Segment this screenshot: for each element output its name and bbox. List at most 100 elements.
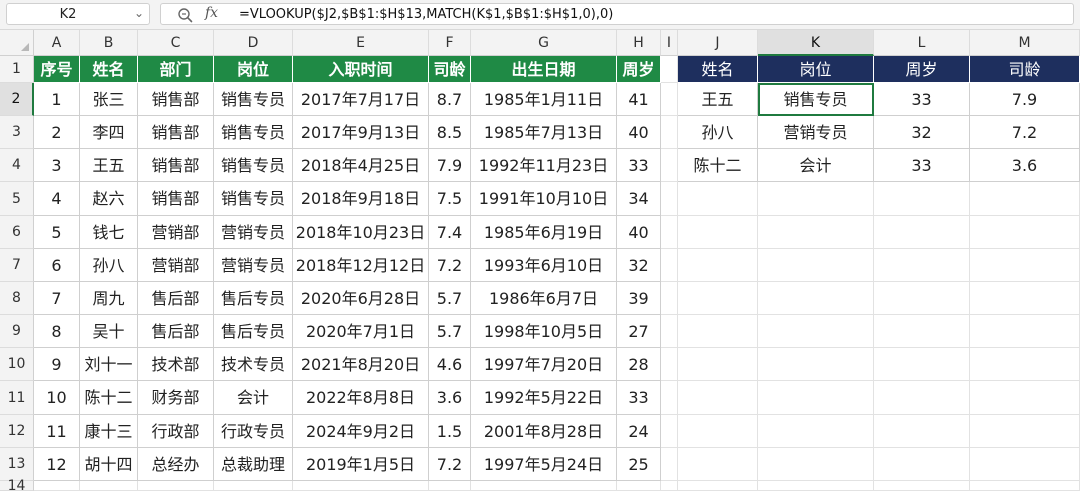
- left-cell-f8[interactable]: 5.7: [429, 282, 471, 315]
- cell-j10[interactable]: [678, 348, 758, 381]
- left-cell-a6[interactable]: 5: [34, 216, 80, 249]
- cell-k12[interactable]: [758, 415, 874, 448]
- left-cell-c10[interactable]: 技术部: [138, 348, 214, 381]
- left-cell-d13[interactable]: 总裁助理: [214, 448, 293, 481]
- cell-l5[interactable]: [874, 182, 970, 216]
- row-header-7[interactable]: 7: [0, 249, 34, 282]
- row-header-10[interactable]: 10: [0, 348, 34, 381]
- left-cell-e6[interactable]: 2018年10月23日: [293, 216, 429, 249]
- row-header-2[interactable]: 2: [0, 83, 34, 116]
- cell-k5[interactable]: [758, 182, 874, 216]
- left-cell-e9[interactable]: 2020年7月1日: [293, 315, 429, 348]
- left-cell-c9[interactable]: 售后部: [138, 315, 214, 348]
- left-cell-g8[interactable]: 1986年6月7日: [471, 282, 617, 315]
- left-cell-d10[interactable]: 技术专员: [214, 348, 293, 381]
- left-header-a[interactable]: 序号: [34, 56, 80, 83]
- right-cell-k4[interactable]: 会计: [758, 149, 874, 182]
- left-cell-g7[interactable]: 1993年6月10日: [471, 249, 617, 282]
- right-header-j[interactable]: 姓名: [678, 56, 758, 83]
- left-cell-c13[interactable]: 总经办: [138, 448, 214, 481]
- cell-k9[interactable]: [758, 315, 874, 348]
- left-cell-c5[interactable]: 销售部: [138, 182, 214, 216]
- left-cell-g3[interactable]: 1985年7月13日: [471, 116, 617, 149]
- left-cell-c11[interactable]: 财务部: [138, 381, 214, 415]
- left-header-c[interactable]: 部门: [138, 56, 214, 83]
- cell-m9[interactable]: [970, 315, 1080, 348]
- cell-l11[interactable]: [874, 381, 970, 415]
- left-cell-d3[interactable]: 销售专员: [214, 116, 293, 149]
- col-header-c[interactable]: C: [138, 30, 214, 56]
- cell-m14[interactable]: [970, 481, 1080, 491]
- right-cell-l2[interactable]: 33: [874, 83, 970, 116]
- cell-l8[interactable]: [874, 282, 970, 315]
- row-header-14[interactable]: 14: [0, 479, 34, 491]
- right-header-l[interactable]: 周岁: [874, 56, 970, 83]
- right-cell-j2[interactable]: 王五: [678, 83, 758, 116]
- left-cell-e12[interactable]: 2024年9月2日: [293, 415, 429, 448]
- left-cell-h12[interactable]: 24: [617, 415, 661, 448]
- left-cell-a8[interactable]: 7: [34, 282, 80, 315]
- left-cell-b11[interactable]: 陈十二: [80, 381, 138, 415]
- cell-g14[interactable]: [471, 481, 617, 491]
- cell-l7[interactable]: [874, 249, 970, 282]
- select-all-corner[interactable]: [0, 30, 34, 56]
- row-header-3[interactable]: 3: [0, 116, 34, 149]
- left-cell-d9[interactable]: 售后专员: [214, 315, 293, 348]
- cell-l12[interactable]: [874, 415, 970, 448]
- left-header-d[interactable]: 岗位: [214, 56, 293, 83]
- row-header-5[interactable]: 5: [0, 182, 34, 216]
- left-cell-d7[interactable]: 营销专员: [214, 249, 293, 282]
- cell-j13[interactable]: [678, 448, 758, 481]
- left-cell-e13[interactable]: 2019年1月5日: [293, 448, 429, 481]
- left-cell-f4[interactable]: 7.9: [429, 149, 471, 182]
- right-cell-k2[interactable]: 销售专员: [758, 83, 874, 116]
- left-cell-g4[interactable]: 1992年11月23日: [471, 149, 617, 182]
- right-cell-m3[interactable]: 7.2: [970, 116, 1080, 149]
- zoom-icon[interactable]: [177, 7, 193, 23]
- left-cell-f6[interactable]: 7.4: [429, 216, 471, 249]
- cell-l14[interactable]: [874, 481, 970, 491]
- left-cell-a3[interactable]: 2: [34, 116, 80, 149]
- left-cell-f3[interactable]: 8.5: [429, 116, 471, 149]
- chevron-down-icon[interactable]: ⌄: [134, 6, 144, 20]
- cell-i9[interactable]: [661, 315, 678, 348]
- cell-b14[interactable]: [80, 481, 138, 491]
- left-cell-h6[interactable]: 40: [617, 216, 661, 249]
- left-cell-a11[interactable]: 10: [34, 381, 80, 415]
- left-cell-b6[interactable]: 钱七: [80, 216, 138, 249]
- col-header-l[interactable]: L: [874, 30, 970, 56]
- cell-j12[interactable]: [678, 415, 758, 448]
- row-header-11[interactable]: 11: [0, 381, 34, 415]
- right-cell-m2[interactable]: 7.9: [970, 83, 1080, 116]
- col-header-m[interactable]: M: [970, 30, 1080, 56]
- left-cell-b7[interactable]: 孙八: [80, 249, 138, 282]
- left-cell-e8[interactable]: 2020年6月28日: [293, 282, 429, 315]
- left-cell-b5[interactable]: 赵六: [80, 182, 138, 216]
- col-header-i[interactable]: I: [661, 30, 678, 56]
- col-header-j[interactable]: J: [678, 30, 758, 56]
- left-cell-h8[interactable]: 39: [617, 282, 661, 315]
- left-cell-d8[interactable]: 售后专员: [214, 282, 293, 315]
- left-cell-b9[interactable]: 吴十: [80, 315, 138, 348]
- cell-j11[interactable]: [678, 381, 758, 415]
- left-cell-c12[interactable]: 行政部: [138, 415, 214, 448]
- row-header-13[interactable]: 13: [0, 448, 34, 481]
- left-cell-g5[interactable]: 1991年10月10日: [471, 182, 617, 216]
- left-cell-e3[interactable]: 2017年9月13日: [293, 116, 429, 149]
- left-cell-c7[interactable]: 营销部: [138, 249, 214, 282]
- cell-c14[interactable]: [138, 481, 214, 491]
- left-header-b[interactable]: 姓名: [80, 56, 138, 83]
- left-cell-h4[interactable]: 33: [617, 149, 661, 182]
- col-header-k[interactable]: K: [758, 30, 874, 56]
- left-cell-g2[interactable]: 1985年1月11日: [471, 83, 617, 116]
- cell-f14[interactable]: [429, 481, 471, 491]
- left-cell-a7[interactable]: 6: [34, 249, 80, 282]
- left-cell-d2[interactable]: 销售专员: [214, 83, 293, 116]
- right-cell-l3[interactable]: 32: [874, 116, 970, 149]
- row-header-6[interactable]: 6: [0, 216, 34, 249]
- cell-i1[interactable]: [661, 56, 678, 83]
- left-cell-c8[interactable]: 售后部: [138, 282, 214, 315]
- cell-m12[interactable]: [970, 415, 1080, 448]
- cell-e14[interactable]: [293, 481, 429, 491]
- left-cell-a2[interactable]: 1: [34, 83, 80, 116]
